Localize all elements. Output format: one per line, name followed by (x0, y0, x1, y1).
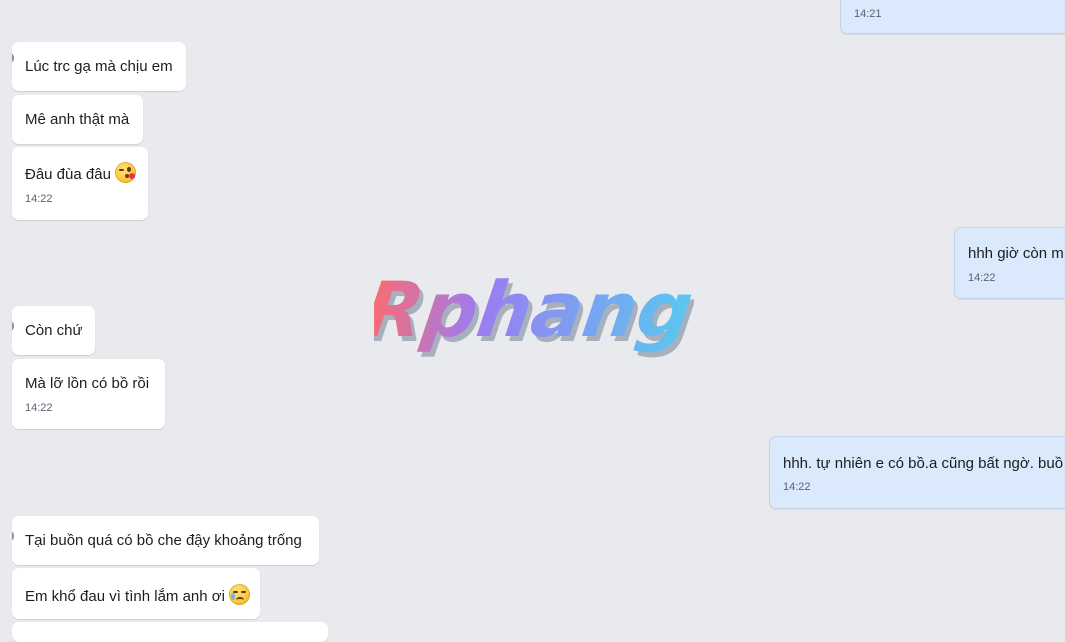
message-text: hhh giờ còn m (968, 245, 1064, 262)
message-time: 14:21 (854, 8, 882, 20)
message-text: Đâu đùa đâu (25, 162, 136, 185)
kissing-face-emoji-icon (114, 162, 136, 183)
message-time: 14:22 (25, 193, 53, 205)
message-text: Mê anh thật mà (25, 111, 130, 128)
message-text: Còn chứ (25, 322, 83, 339)
message-bubble-incoming[interactable]: Mê anh thật mà (12, 95, 143, 144)
message-bubble-outgoing[interactable]: 14:21 (840, 0, 1065, 34)
message-text: Lúc trc gạ mà chịu em (25, 58, 173, 75)
message-bubble-incoming[interactable] (12, 622, 328, 642)
message-text: Em khổ đau vì tình lắm anh ơi (25, 584, 250, 607)
message-time: 14:22 (968, 272, 996, 284)
message-text: hhh. tự nhiên e có bồ.a cũng bất ngờ. bu… (783, 455, 1064, 472)
message-bubble-incoming[interactable]: Còn chứ (12, 306, 95, 355)
message-time: 14:22 (25, 402, 53, 414)
message-text: Mà lỡ lồn có bồ rồi (25, 375, 150, 392)
sender-avatar[interactable] (12, 530, 14, 542)
message-bubble-incoming[interactable]: Mà lỡ lồn có bồ rồi 14:22 (12, 359, 165, 429)
message-bubble-incoming[interactable]: Đâu đùa đâu 14:22 (12, 147, 148, 220)
watermark-text: Rphang (374, 270, 694, 355)
message-text-content: Đâu đùa đâu (25, 166, 111, 183)
message-bubble-incoming[interactable]: Lúc trc gạ mà chịu em (12, 42, 186, 91)
message-text-content: Em khổ đau vì tình lắm anh ơi (25, 588, 225, 605)
message-bubble-outgoing[interactable]: hhh giờ còn m 14:22 (954, 227, 1065, 299)
message-bubble-incoming[interactable]: Tại buồn quá có bồ che đậy khoảng trống (12, 516, 319, 565)
sender-avatar[interactable] (12, 320, 14, 332)
crying-face-emoji-icon (228, 584, 250, 605)
message-text: Tại buồn quá có bồ che đậy khoảng trống (25, 532, 302, 549)
message-time: 14:22 (783, 481, 811, 493)
message-bubble-outgoing[interactable]: hhh. tự nhiên e có bồ.a cũng bất ngờ. bu… (769, 436, 1065, 509)
sender-avatar[interactable] (12, 52, 14, 64)
message-bubble-incoming[interactable]: Em khổ đau vì tình lắm anh ơi (12, 568, 260, 619)
watermark-logo: Rphang Rphang (374, 270, 694, 360)
